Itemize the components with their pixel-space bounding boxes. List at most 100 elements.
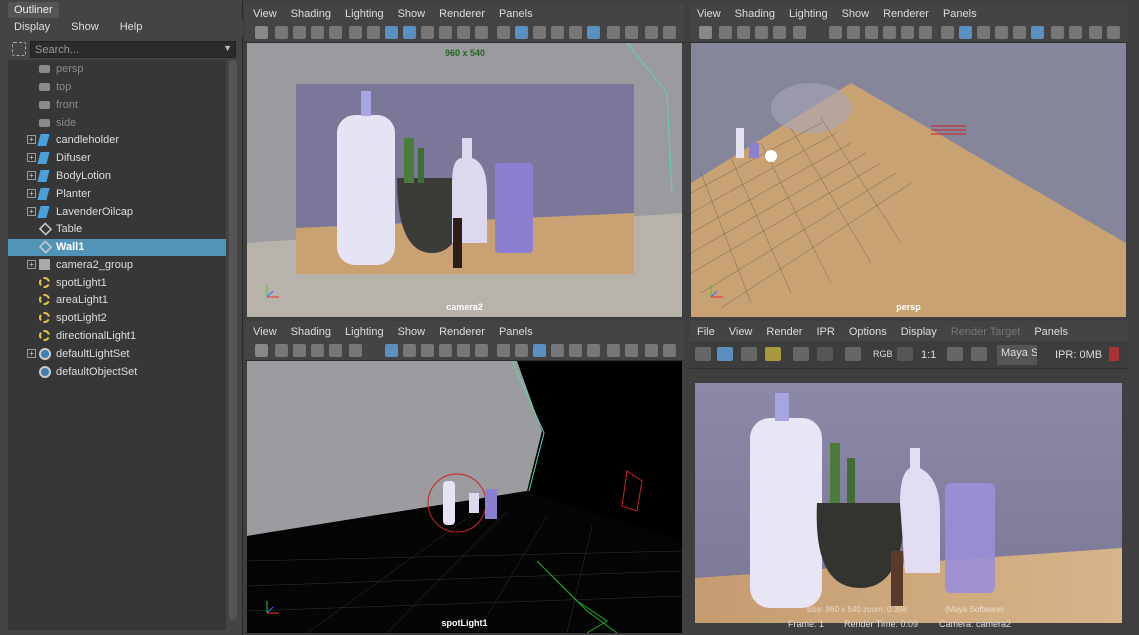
wireframe-on-shaded-icon[interactable] [977, 26, 990, 39]
outliner-item-difuser[interactable]: + Difuser [8, 150, 226, 167]
menu-lighting[interactable]: Lighting [345, 326, 384, 338]
viewport-canvas[interactable]: 960 x 540 camera2 [247, 43, 682, 317]
camera-attributes-icon[interactable] [719, 26, 732, 39]
field-chart-icon[interactable] [421, 26, 434, 39]
outliner-item-defaultlightset[interactable]: + defaultLightSet [8, 346, 226, 363]
shadows-icon[interactable] [607, 344, 620, 357]
camera-select-icon[interactable] [255, 344, 268, 357]
gate-mask-icon[interactable] [847, 26, 860, 39]
menu-render[interactable]: Render [766, 326, 802, 338]
outliner-item-side[interactable]: side [8, 115, 226, 132]
bookmark-icon[interactable] [737, 26, 750, 39]
filter-icon[interactable] [12, 42, 26, 56]
grease-pencil-icon[interactable] [773, 26, 786, 39]
smooth-shade-icon[interactable] [959, 26, 972, 39]
safe-title-icon[interactable] [457, 344, 470, 357]
outliner-item-spotlight2[interactable]: spotLight2 [8, 310, 226, 327]
xray-icon[interactable] [995, 26, 1008, 39]
field-chart-icon[interactable] [865, 26, 878, 39]
wireframe-on-shaded-icon[interactable] [533, 344, 546, 357]
xray-icon[interactable] [551, 344, 564, 357]
menu-shading[interactable]: Shading [291, 8, 331, 20]
viewport-persp[interactable]: View Shading Lighting Show Renderer Panels [689, 3, 1128, 319]
menu-view[interactable]: View [697, 8, 721, 20]
outliner-item-lavenderoilcap[interactable]: + LavenderOilcap [8, 204, 226, 221]
shadows-icon[interactable] [607, 26, 620, 39]
ambient-occlusion-icon[interactable] [1069, 26, 1082, 39]
grease-pencil-icon[interactable] [329, 26, 342, 39]
lighting-icon[interactable] [587, 26, 600, 39]
viewport-spotlight1[interactable]: View Shading Lighting Show Renderer Panels [245, 321, 684, 635]
anti-aliasing-icon[interactable] [663, 344, 676, 357]
gate-mask-icon[interactable] [403, 344, 416, 357]
render-sequence-icon[interactable] [765, 347, 781, 361]
smooth-shade-icon[interactable] [515, 26, 528, 39]
menu-file[interactable]: File [697, 326, 715, 338]
render-settings-icon[interactable] [845, 347, 861, 361]
viewport-camera2[interactable]: View Shading Lighting Show Renderer Panels [245, 3, 684, 319]
isolate-icon[interactable] [475, 26, 488, 39]
outliner-item-candleholder[interactable]: + candleholder [8, 132, 226, 149]
wireframe-on-shaded-icon[interactable] [533, 26, 546, 39]
film-gate-icon[interactable] [367, 26, 380, 39]
expand-icon[interactable]: + [27, 189, 36, 198]
menu-show[interactable]: Show [398, 8, 426, 20]
safe-title-icon[interactable] [457, 26, 470, 39]
grease-pencil-icon[interactable] [329, 344, 342, 357]
image-plane-icon[interactable] [755, 26, 768, 39]
image-plane-icon[interactable] [311, 26, 324, 39]
lighting-icon[interactable] [1031, 26, 1044, 39]
image-plane-icon[interactable] [311, 344, 324, 357]
expand-icon[interactable]: + [27, 349, 36, 358]
menu-view[interactable]: View [729, 326, 753, 338]
menu-options[interactable]: Options [849, 326, 887, 338]
xray-icon[interactable] [551, 26, 564, 39]
grid-icon[interactable] [349, 344, 362, 357]
wireframe-icon[interactable] [941, 26, 954, 39]
render-frame-icon[interactable] [695, 347, 711, 361]
alpha-channel-icon[interactable] [897, 347, 913, 361]
outliner-item-table[interactable]: Table [8, 221, 226, 238]
outliner-item-defaultobjectset[interactable]: defaultObjectSet [8, 364, 226, 381]
outliner-item-planter[interactable]: + Planter [8, 186, 226, 203]
outliner-item-camera2-group[interactable]: + camera2_group [8, 257, 226, 274]
outliner-scrollbar[interactable] [229, 60, 237, 620]
ambient-occlusion-icon[interactable] [625, 344, 638, 357]
menu-display[interactable]: Display [901, 326, 937, 338]
outliner-item-wall1[interactable]: Wall1 [8, 239, 226, 256]
wireframe-icon[interactable] [497, 344, 510, 357]
menu-show[interactable]: Show [398, 326, 426, 338]
search-input[interactable]: Search... [30, 41, 236, 58]
grid-icon[interactable] [349, 26, 362, 39]
textured-icon[interactable] [1013, 26, 1026, 39]
ambient-occlusion-icon[interactable] [625, 26, 638, 39]
outliner-item-top[interactable]: top [8, 79, 226, 96]
menu-view[interactable]: View [253, 8, 277, 20]
expand-icon[interactable]: + [27, 153, 36, 162]
real-size-icon[interactable] [971, 347, 987, 361]
expand-icon[interactable]: + [27, 171, 36, 180]
textured-icon[interactable] [569, 26, 582, 39]
menu-shading[interactable]: Shading [735, 8, 775, 20]
menu-lighting[interactable]: Lighting [345, 8, 384, 20]
menu-panels[interactable]: Panels [943, 8, 977, 20]
menu-ipr[interactable]: IPR [816, 326, 834, 338]
safe-title-icon[interactable] [901, 26, 914, 39]
expand-icon[interactable]: + [27, 207, 36, 216]
camera-select-icon[interactable] [255, 26, 268, 39]
shadows-icon[interactable] [1051, 26, 1064, 39]
expand-icon[interactable]: + [27, 135, 36, 144]
safe-action-icon[interactable] [439, 26, 452, 39]
motion-blur-icon[interactable] [645, 26, 658, 39]
outliner-item-spotlight1[interactable]: spotLight1 [8, 275, 226, 292]
isolate-icon[interactable] [475, 344, 488, 357]
resolution-gate-icon[interactable] [829, 26, 842, 39]
motion-blur-icon[interactable] [1089, 26, 1102, 39]
outliner-item-persp[interactable]: persp [8, 61, 226, 78]
lighting-icon[interactable] [587, 344, 600, 357]
outliner-item-arealight1[interactable]: areaLight1 [8, 292, 226, 309]
menu-help[interactable]: Help [120, 21, 143, 33]
render-region-icon[interactable] [717, 347, 733, 361]
menu-renderer[interactable]: Renderer [439, 8, 485, 20]
textured-icon[interactable] [569, 344, 582, 357]
